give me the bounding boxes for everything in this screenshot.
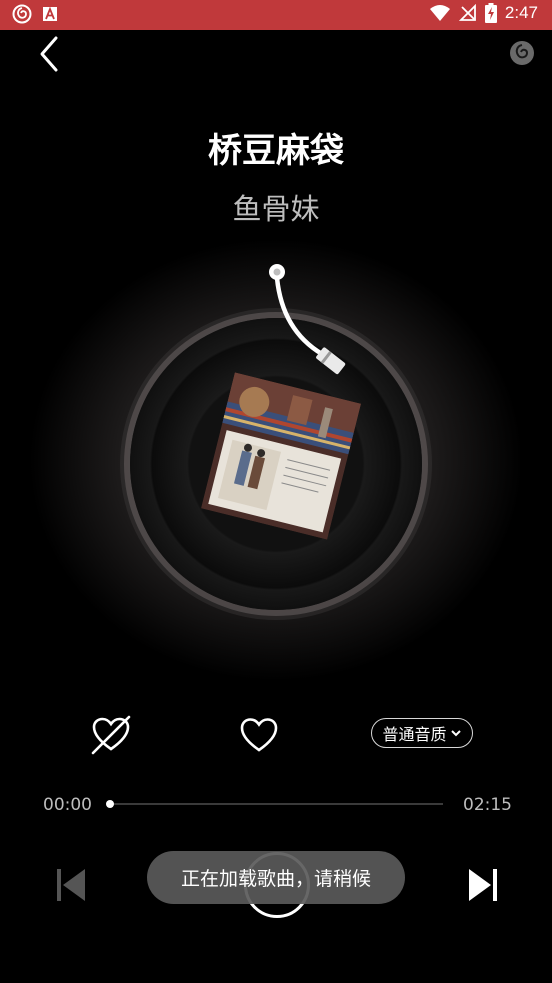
quality-label: 普通音质	[382, 725, 447, 744]
heart-outline-icon[interactable]	[239, 715, 279, 755]
heart-crossed-icon[interactable]	[90, 714, 132, 756]
tonearm	[269, 264, 346, 375]
progress-bar[interactable]	[106, 800, 443, 808]
progress-knob[interactable]	[106, 800, 114, 808]
song-artist: 鱼骨妹	[232, 192, 320, 226]
wifi-icon	[429, 5, 450, 21]
total-time: 02:15	[463, 795, 512, 815]
status-right-icons: 2:47	[429, 3, 538, 23]
skip-previous-icon[interactable]	[54, 866, 88, 904]
chevron-down-icon	[450, 730, 461, 737]
status-time: 2:47	[504, 3, 538, 22]
skip-next-icon[interactable]	[466, 866, 500, 904]
font-icon	[43, 6, 57, 21]
quality-selector[interactable]: 普通音质	[371, 718, 473, 748]
netease-icon	[12, 4, 32, 24]
netease-logo-icon[interactable]	[509, 40, 535, 66]
loading-toast: 正在加载歌曲，请稍候	[147, 851, 405, 904]
current-time: 00:00	[43, 795, 92, 815]
song-actions: 普通音质	[0, 712, 552, 758]
status-bar: 2:47	[0, 0, 552, 30]
battery-charging-icon	[484, 3, 497, 23]
toast-message: 正在加载歌曲，请稍候	[180, 868, 371, 890]
no-signal-icon	[458, 4, 476, 21]
status-left-icons	[12, 4, 58, 24]
song-title: 桥豆麻袋	[208, 131, 344, 171]
back-button[interactable]	[34, 34, 66, 74]
